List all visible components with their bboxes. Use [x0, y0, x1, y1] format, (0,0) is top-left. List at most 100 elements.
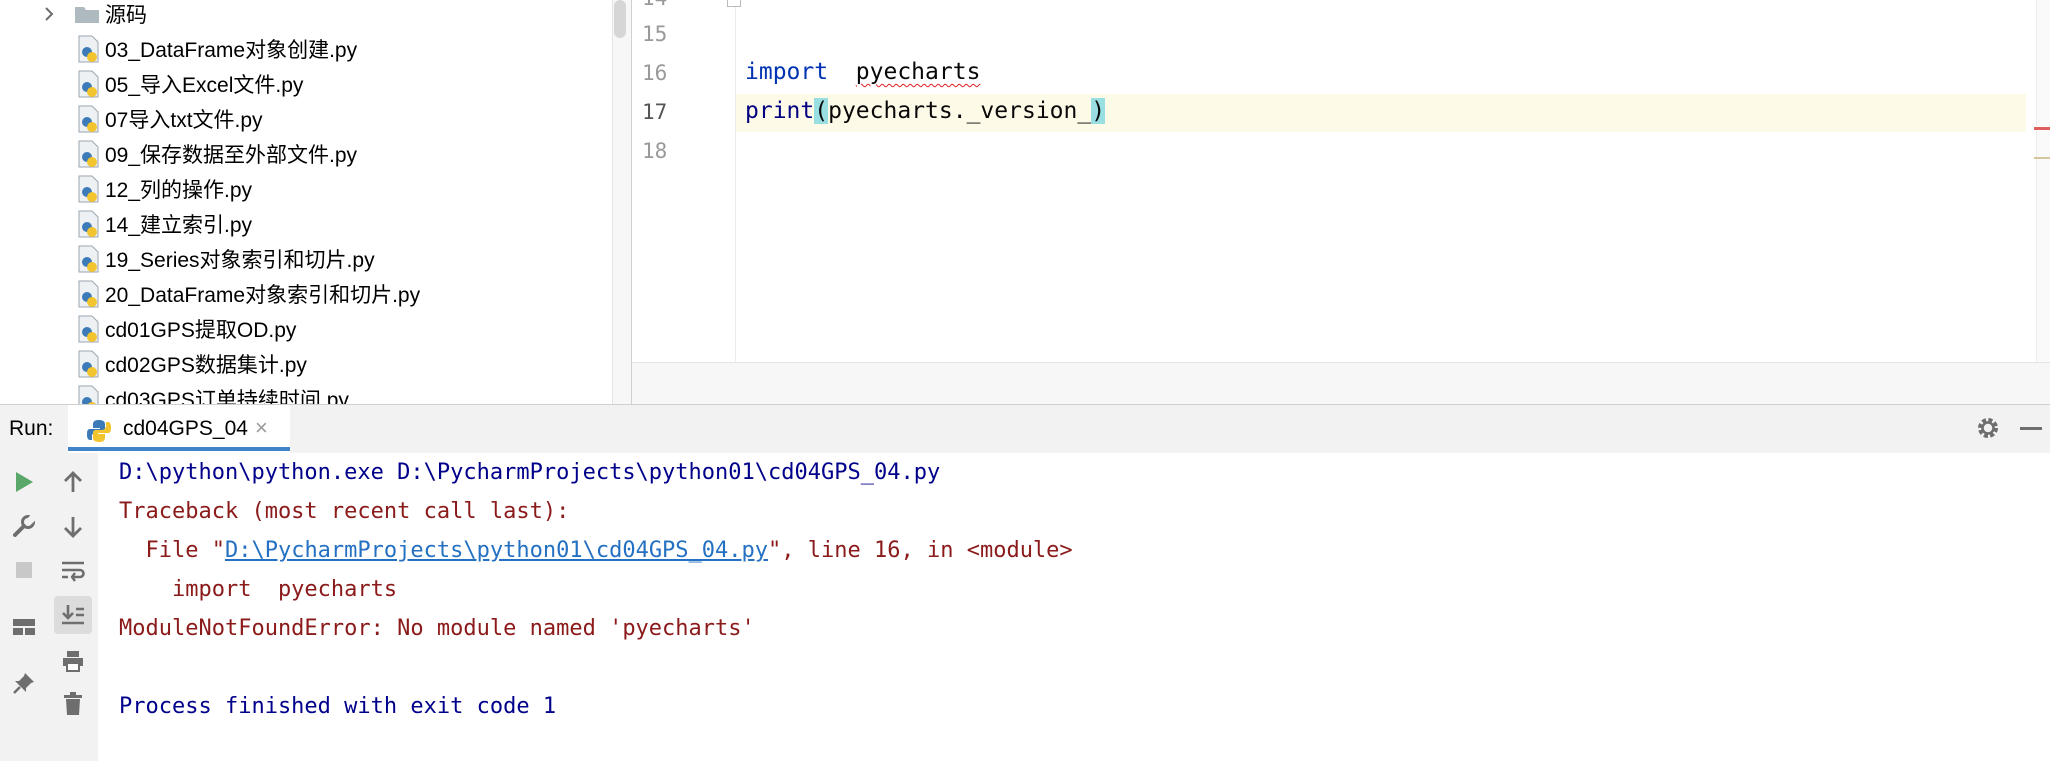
- unresolved-module: pyecharts: [855, 59, 981, 85]
- play-icon: [16, 472, 33, 492]
- file-suffix: ", line 16, in <module>: [768, 538, 1073, 563]
- code-line-17[interactable]: print(pyecharts._version_): [745, 98, 1106, 124]
- python-icon: [87, 420, 111, 442]
- pin-icon: [13, 673, 34, 694]
- python-file-icon: [78, 210, 99, 237]
- tree-file-row[interactable]: cd01GPS提取OD.py: [0, 311, 612, 346]
- tree-file-row[interactable]: 05_导入Excel文件.py: [0, 66, 612, 101]
- python-file-icon: [78, 140, 99, 167]
- traceback-file-link[interactable]: D:\PycharmProjects\python01\cd04GPS_04.p…: [225, 538, 768, 563]
- run-tab[interactable]: cd04GPS_04 ×: [68, 405, 290, 453]
- code-editor[interactable]: 14 15 16 17 18 import pyecharts print(py…: [632, 0, 2050, 405]
- rerun-button[interactable]: [7, 465, 41, 499]
- editor-breadcrumb-bar: [632, 362, 2050, 405]
- python-file-icon: [78, 105, 99, 132]
- scroll-down-button[interactable]: [56, 510, 90, 544]
- console-traceback-file-line: File "D:\PycharmProjects\python01\cd04GP…: [119, 538, 1073, 563]
- wrench-icon: [13, 514, 36, 537]
- line-number-gutter: 14 15 16 17 18: [632, 0, 736, 362]
- tree-file-row[interactable]: 03_DataFrame对象创建.py: [0, 31, 612, 66]
- run-console[interactable]: D:\python\python.exe D:\PycharmProjects\…: [98, 453, 2050, 761]
- console-traceback-header: Traceback (most recent call last):: [119, 499, 570, 524]
- line-number: 16: [642, 61, 668, 85]
- layout-icon: [13, 619, 35, 635]
- edit-configuration-button[interactable]: [7, 509, 41, 543]
- tree-file-row[interactable]: 07导入txt文件.py: [0, 101, 612, 136]
- gear-icon[interactable]: [1975, 415, 2001, 441]
- soft-wrap-icon: [62, 561, 85, 582]
- folder-icon: [75, 6, 99, 23]
- pin-tab-button[interactable]: [7, 666, 41, 700]
- project-tree: 源码 03_DataFrame对象创建.py 05_导入Excel文件.py 0…: [0, 0, 612, 404]
- tree-scrollbar[interactable]: [612, 0, 633, 404]
- line-number: 18: [642, 139, 668, 163]
- trash-icon: [64, 692, 82, 715]
- file-label: 09_保存数据至外部文件.py: [105, 143, 358, 167]
- console-error-message: ModuleNotFoundError: No module named 'py…: [119, 616, 755, 641]
- tree-file-row[interactable]: 19_Series对象索引和切片.py: [0, 241, 612, 276]
- tree-scrollbar-thumb[interactable]: [614, 0, 626, 38]
- tree-file-row[interactable]: 14_建立索引.py: [0, 206, 612, 241]
- error-stripe-marker[interactable]: [2034, 127, 2050, 130]
- file-label: 07导入txt文件.py: [105, 108, 263, 132]
- minimize-icon[interactable]: [2020, 427, 2042, 430]
- run-toolwindow-header: Run: cd04GPS_04 ×: [0, 404, 2050, 455]
- folder-label: 源码: [105, 3, 147, 27]
- soft-wrap-button[interactable]: [56, 554, 90, 588]
- file-label: 14_建立索引.py: [105, 213, 253, 237]
- tree-file-row[interactable]: 20_DataFrame对象索引和切片.py: [0, 276, 612, 311]
- matched-brace-close: ): [1091, 98, 1106, 124]
- file-label: cd02GPS数据集计.py: [105, 353, 307, 377]
- keyword-import: import: [745, 59, 829, 85]
- python-file-icon: [78, 70, 99, 97]
- file-label: 19_Series对象索引和切片.py: [105, 248, 375, 272]
- stop-icon: [16, 562, 32, 578]
- arrow-down-icon: [64, 517, 82, 538]
- warning-stripe-marker[interactable]: [2034, 157, 2050, 159]
- fold-marker-icon[interactable]: [727, 0, 741, 7]
- scroll-to-end-button[interactable]: [54, 596, 92, 634]
- tree-file-row[interactable]: 12_列的操作.py: [0, 171, 612, 206]
- file-label: 03_DataFrame对象创建.py: [105, 38, 358, 62]
- run-toolbar-primary: [0, 453, 49, 761]
- close-icon[interactable]: ×: [255, 415, 268, 441]
- tree-folder-row[interactable]: 源码: [0, 0, 612, 31]
- python-file-icon: [78, 350, 99, 377]
- builtin-print: print: [745, 98, 815, 124]
- tree-file-row[interactable]: cd02GPS数据集计.py: [0, 346, 612, 381]
- tree-file-row[interactable]: cd03GPS订单持续时间.py: [0, 381, 612, 404]
- python-file-icon: [78, 280, 99, 307]
- clear-all-button[interactable]: [56, 687, 90, 721]
- file-label: 12_列的操作.py: [105, 178, 253, 202]
- matched-brace-open: (: [814, 98, 829, 124]
- print-argument: pyecharts._version_: [828, 98, 1092, 124]
- chevron-right-icon[interactable]: [40, 5, 58, 23]
- printer-icon: [63, 651, 83, 672]
- file-label: 20_DataFrame对象索引和切片.py: [105, 283, 421, 307]
- file-label: cd03GPS订单持续时间.py: [105, 388, 349, 405]
- scroll-up-button[interactable]: [56, 465, 90, 499]
- file-prefix: File ": [119, 538, 225, 563]
- code-line-16[interactable]: import pyecharts: [745, 59, 980, 85]
- run-title: Run:: [9, 417, 54, 440]
- file-label: 05_导入Excel文件.py: [105, 73, 304, 97]
- layout-button[interactable]: [7, 610, 41, 644]
- run-tab-active-indicator: [68, 447, 290, 451]
- scroll-to-end-icon: [62, 605, 84, 625]
- python-file-icon: [78, 175, 99, 202]
- python-file-icon: [78, 385, 99, 404]
- editor-scrollbar[interactable]: [2036, 0, 2050, 362]
- console-process-finished: Process finished with exit code 1: [119, 694, 557, 719]
- python-file-icon: [78, 35, 99, 62]
- console-source-line: import pyecharts: [119, 577, 398, 602]
- run-tab-label: cd04GPS_04: [123, 417, 248, 440]
- line-number: 15: [642, 22, 668, 46]
- stop-button[interactable]: [7, 553, 41, 587]
- run-toolbar-secondary: [48, 453, 99, 761]
- line-number: 14: [642, 0, 702, 10]
- line-number-active: 17: [642, 100, 668, 124]
- tree-file-row[interactable]: 09_保存数据至外部文件.py: [0, 136, 612, 171]
- print-button[interactable]: [56, 644, 90, 678]
- console-command-line: D:\python\python.exe D:\PycharmProjects\…: [119, 460, 941, 485]
- file-label: cd01GPS提取OD.py: [105, 318, 297, 342]
